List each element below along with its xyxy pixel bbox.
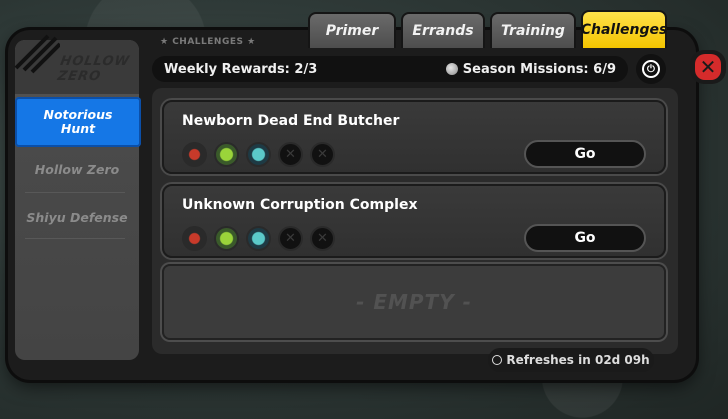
tab-challenges[interactable]: Challenges <box>581 10 667 48</box>
close-icon: ✕ <box>695 54 721 80</box>
go-button[interactable]: Go <box>524 140 646 168</box>
refresh-timer: Refreshes in 02d 09h <box>488 348 654 372</box>
sidebar-item-label: Notorious Hunt <box>43 107 113 136</box>
go-button[interactable]: Go <box>524 224 646 252</box>
sidebar-item-notorious-hunt[interactable]: Notorious Hunt <box>15 97 141 147</box>
empty-slot-icon: ✕ <box>278 226 303 251</box>
empty-slot-icon: ✕ <box>310 226 335 251</box>
challenge-card: Newborn Dead End Butcher ✕ ✕ Go <box>162 100 666 174</box>
agent-icons: ✕ ✕ <box>182 226 335 251</box>
empty-slot-icon: ✕ <box>310 142 335 167</box>
weekly-rewards-text: Weekly Rewards: 2/3 <box>164 61 318 77</box>
agent-icon <box>182 142 207 167</box>
empty-slot: - EMPTY - <box>162 264 666 340</box>
clock-icon <box>492 355 503 365</box>
season-missions-text: Season Missions: 6/9 <box>462 61 616 77</box>
sidebar-item-shiyu-defense[interactable]: Shiyu Defense <box>15 210 139 225</box>
refresh-text: Refreshes in 02d 09h <box>506 353 650 367</box>
globe-icon <box>445 63 458 75</box>
tab-errands[interactable]: Errands <box>401 12 485 48</box>
agent-icon <box>246 142 271 167</box>
agent-icons: ✕ ✕ <box>182 142 335 167</box>
challenge-card: Unknown Corruption Complex ✕ ✕ Go <box>162 184 666 258</box>
agent-icon <box>214 226 239 251</box>
tab-training[interactable]: Training <box>490 12 576 48</box>
agent-icon <box>182 226 207 251</box>
tab-bar: Primer Errands Training Challenges <box>308 10 667 48</box>
sidebar: HOLLOW ZERO <box>15 40 139 360</box>
power-button[interactable]: ⏻ <box>636 54 666 84</box>
agent-icon <box>246 226 271 251</box>
challenge-title: Newborn Dead End Butcher <box>182 113 400 129</box>
rewards-bar: Weekly Rewards: 2/3 Season Missions: 6/9 <box>152 56 628 82</box>
hollow-zero-logo: HOLLOW ZERO <box>56 54 132 84</box>
empty-slot-icon: ✕ <box>278 142 303 167</box>
sidebar-divider <box>25 192 125 193</box>
tab-primer[interactable]: Primer <box>308 12 396 48</box>
agent-icon <box>214 142 239 167</box>
power-icon: ⏻ <box>642 60 660 78</box>
sidebar-divider <box>25 238 125 239</box>
close-button[interactable]: ✕ <box>690 50 726 84</box>
challenge-title: Unknown Corruption Complex <box>182 197 418 213</box>
sidebar-item-hollow-zero[interactable]: Hollow Zero <box>15 162 139 177</box>
section-label: ★ CHALLENGES ★ <box>160 37 256 47</box>
stripes-icon <box>14 34 60 74</box>
